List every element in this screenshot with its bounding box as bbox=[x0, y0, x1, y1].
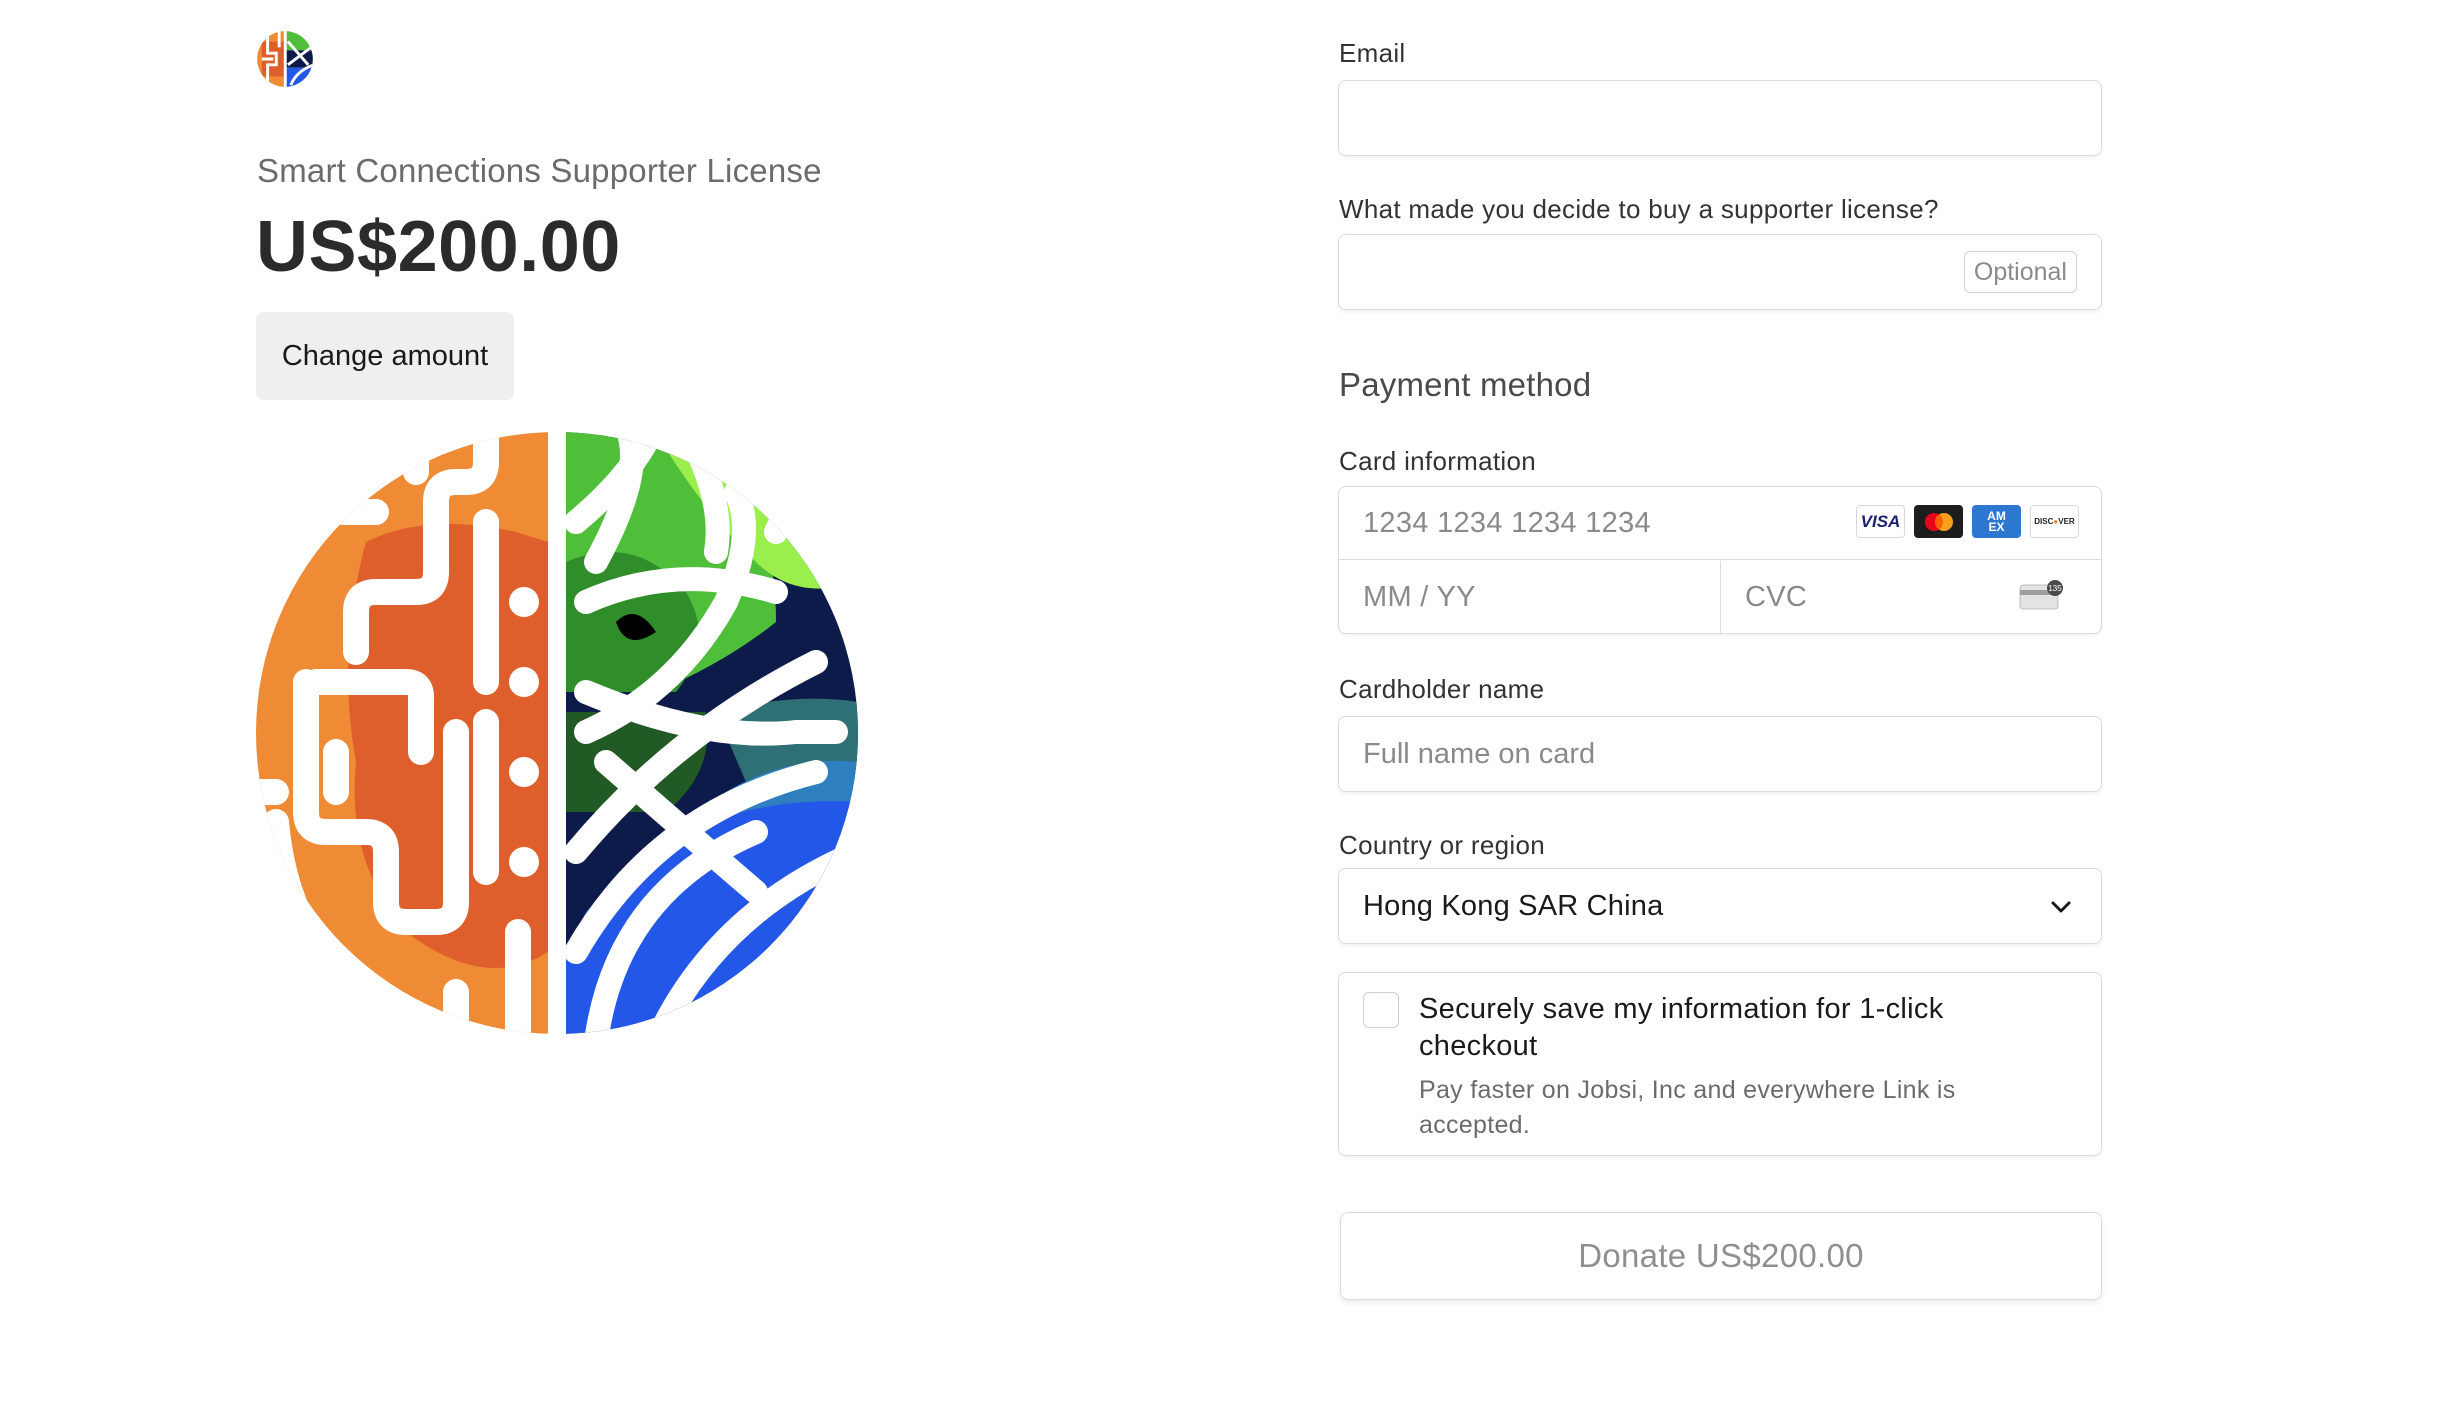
product-price: US$200.00 bbox=[256, 207, 621, 287]
save-info-checkbox[interactable] bbox=[1363, 992, 1399, 1028]
email-label: Email bbox=[1339, 38, 1406, 68]
donate-button[interactable]: Donate US$200.00 bbox=[1340, 1212, 2102, 1300]
reason-label: What made you decide to buy a supporter … bbox=[1339, 194, 1939, 224]
save-info-description: Pay faster on Jobsi, Inc and everywhere … bbox=[1419, 1076, 1956, 1139]
cvc-placeholder[interactable]: CVC bbox=[1745, 561, 1807, 633]
country-select[interactable]: Hong Kong SAR China bbox=[1338, 868, 2102, 944]
cardholder-name-label: Cardholder name bbox=[1339, 674, 1545, 704]
reason-field[interactable]: Optional bbox=[1338, 234, 2102, 310]
save-info-title[interactable]: Securely save my information for 1-click… bbox=[1419, 991, 2019, 1065]
discover-icon: DISC ● VER bbox=[2030, 505, 2079, 538]
card-information-label: Card information bbox=[1339, 446, 1536, 476]
visa-icon: VISA bbox=[1856, 505, 1905, 538]
cvc-field[interactable]: CVC 135 bbox=[1721, 561, 2101, 633]
amex-icon: AM EX bbox=[1972, 505, 2021, 538]
payment-method-heading: Payment method bbox=[1339, 366, 1592, 403]
card-number-placeholder[interactable]: 1234 1234 1234 1234 bbox=[1363, 487, 1651, 559]
cardholder-name-field[interactable] bbox=[1338, 716, 2102, 792]
save-info-box: Securely save my information for 1-click… bbox=[1338, 972, 2102, 1156]
svg-text:135: 135 bbox=[2048, 584, 2062, 593]
card-brands: VISA AM EX DISC ● VER bbox=[1856, 505, 2079, 538]
email-field[interactable] bbox=[1338, 80, 2102, 156]
brain-logo-small-icon bbox=[257, 31, 313, 87]
change-amount-button[interactable]: Change amount bbox=[256, 312, 514, 400]
product-name: Smart Connections Supporter License bbox=[257, 152, 822, 189]
chevron-down-icon[interactable] bbox=[2047, 893, 2075, 921]
country-selected-value[interactable]: Hong Kong SAR China bbox=[1363, 869, 1663, 943]
mastercard-icon bbox=[1914, 505, 1963, 538]
expiry-field[interactable]: MM / YY bbox=[1339, 561, 1721, 633]
brain-logo-icon bbox=[256, 432, 858, 1034]
cardholder-name-input[interactable] bbox=[1339, 717, 2101, 791]
email-input[interactable] bbox=[1339, 81, 2101, 155]
cvc-card-icon: 135 bbox=[2019, 580, 2063, 610]
card-information-group: 1234 1234 1234 1234 VISA AM EX DISC ● VER M… bbox=[1338, 486, 2102, 634]
optional-badge: Optional bbox=[1963, 251, 2077, 293]
country-label: Country or region bbox=[1339, 830, 1545, 860]
card-number-field[interactable]: 1234 1234 1234 1234 VISA AM EX DISC ● VER bbox=[1339, 487, 2101, 560]
expiry-placeholder[interactable]: MM / YY bbox=[1363, 561, 1476, 633]
